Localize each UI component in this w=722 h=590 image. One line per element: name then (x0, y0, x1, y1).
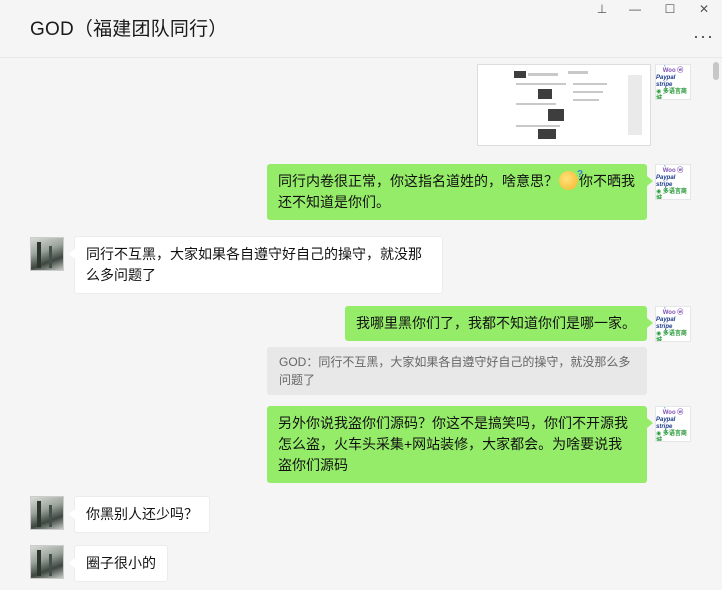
thinking-emoji-icon (559, 164, 583, 190)
minimize-icon[interactable]: — (625, 2, 645, 16)
message-bubble[interactable]: 你黑别人还少吗？ (69, 496, 210, 533)
close-icon[interactable]: ✕ (694, 2, 714, 16)
pin-icon[interactable]: ⊥ (592, 2, 612, 16)
message-bubble[interactable]: 同行内卷很正常，你这指名道姓的，啥意思？你不晒我 还不知道是你们。 (267, 164, 653, 220)
my-avatar[interactable]: opencart Woo ⓦ Paypal stripe ◉ 多语言商城 (655, 164, 691, 200)
maximize-icon[interactable]: ☐ (660, 2, 680, 16)
chat-title[interactable]: GOD（福建团队同行） (30, 14, 227, 41)
contact-avatar[interactable] (30, 496, 64, 530)
chat-header: GOD（福建团队同行） ⊥ — ☐ ✕ ··· (0, 0, 722, 58)
message-bubble[interactable]: 圈子很小的 (69, 545, 168, 582)
my-avatar[interactable]: opencart Woo ⓦ Paypal stripe ◉ 多语言商城 (655, 306, 691, 342)
my-avatar[interactable]: opencart Woo ⓦ Paypal stripe ◉ 多语言商城 (655, 406, 691, 442)
more-options-icon[interactable]: ··· (693, 26, 714, 47)
message-bubble[interactable]: 同行不互黑，大家如果各自遵守好自己的操守，就没那么多问题了 (69, 236, 443, 294)
scrollbar-thumb[interactable] (713, 62, 719, 80)
message-bubble[interactable]: 另外你说我盗你们源码？你这不是搞笑吗，你们不开源我怎么盗，火车头采集+网站装修，… (267, 406, 653, 483)
my-avatar[interactable]: opencart Woo ⓦ Paypal stripe ◉ 多语言商城 (655, 64, 691, 100)
message-bubble[interactable]: 我哪里黑你们了，我都不知道你们是哪一家。 (345, 306, 653, 341)
contact-avatar[interactable] (30, 545, 64, 579)
quoted-message[interactable]: GOD：同行不互黑，大家如果各自遵守好自己的操守，就没那么多问题了 (267, 347, 647, 395)
contact-avatar[interactable] (30, 237, 64, 271)
image-message[interactable] (477, 64, 651, 146)
